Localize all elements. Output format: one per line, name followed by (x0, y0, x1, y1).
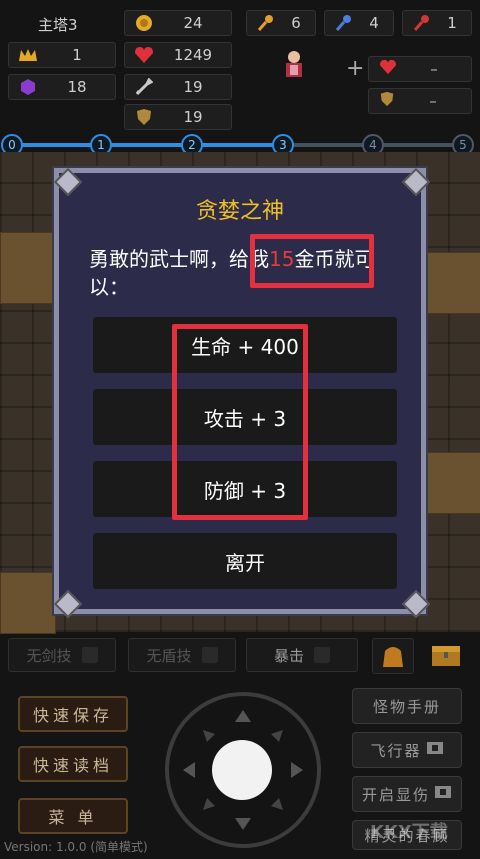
red-key-icon (411, 14, 433, 32)
version-label: Version: 1.0.0 (简单模式) (4, 840, 148, 854)
equip-slot-1-value: – (430, 60, 438, 78)
coin-icon (133, 14, 155, 32)
chest-icon[interactable] (428, 640, 464, 670)
def-value: 19 (183, 108, 203, 126)
heart-icon (133, 46, 155, 64)
gem-icon (17, 78, 39, 96)
yellow-key-icon (255, 14, 277, 32)
atk-value: 19 (183, 78, 203, 96)
hero-sprite-icon (282, 50, 306, 80)
dialog-title: 贪婪之神 (195, 199, 284, 224)
equip-slot-2-value: – (429, 92, 437, 110)
highlight-box-price (250, 234, 374, 288)
gold-value: 24 (183, 14, 203, 32)
heart-icon (379, 59, 397, 79)
highlight-box-options (172, 324, 308, 520)
flyer-button[interactable]: 飞行器 (352, 732, 462, 768)
level-stat: 1 (8, 42, 116, 68)
atk-stat: 19 (124, 74, 232, 100)
quick-save-button[interactable]: 快速保存 (18, 696, 128, 732)
joystick-knob[interactable] (212, 740, 272, 800)
level-value: 1 (72, 46, 82, 64)
plus-sign: + (346, 56, 365, 81)
bag-icon[interactable] (372, 638, 414, 674)
red-key-stat: 1 (402, 10, 472, 36)
sword-icon (133, 78, 155, 96)
crit-skill-button[interactable]: 暴击 (246, 638, 358, 672)
shield-icon (379, 90, 395, 112)
floor-progress: 0 1 2 3 4 5 (0, 134, 480, 156)
equip-slot-2[interactable]: – (368, 88, 472, 114)
shield-skill-button[interactable]: 无盾技 (128, 638, 236, 672)
hp-stat: 1249 (124, 42, 232, 68)
film-icon (434, 785, 452, 803)
blue-key-stat: 4 (324, 10, 394, 36)
floor-label: 主塔3 (38, 16, 78, 34)
sword-skill-button[interactable]: 无剑技 (8, 638, 116, 672)
equip-slot-1[interactable]: – (368, 56, 472, 82)
exp-stat: 18 (8, 74, 116, 100)
yellow-key-value: 6 (291, 14, 301, 32)
quick-load-button[interactable]: 快速读档 (18, 746, 128, 782)
yellow-key-stat: 6 (246, 10, 316, 36)
hp-value: 1249 (173, 46, 213, 64)
leave-button[interactable]: 离开 (93, 533, 397, 589)
show-damage-button[interactable]: 开启显伤 (352, 776, 462, 812)
monster-manual-button[interactable]: 怪物手册 (352, 688, 462, 724)
film-icon (426, 741, 444, 759)
def-stat: 19 (124, 104, 232, 130)
blue-key-value: 4 (369, 14, 379, 32)
watermark: KKX下载 (370, 822, 448, 843)
gold-stat: 24 (124, 10, 232, 36)
shield-icon (133, 108, 155, 126)
crown-icon (17, 46, 39, 64)
floor-progress-fill (8, 143, 293, 147)
menu-button[interactable]: 菜 单 (18, 798, 128, 834)
red-key-value: 1 (447, 14, 457, 32)
exp-value: 18 (67, 78, 87, 96)
blue-key-icon (333, 14, 355, 32)
